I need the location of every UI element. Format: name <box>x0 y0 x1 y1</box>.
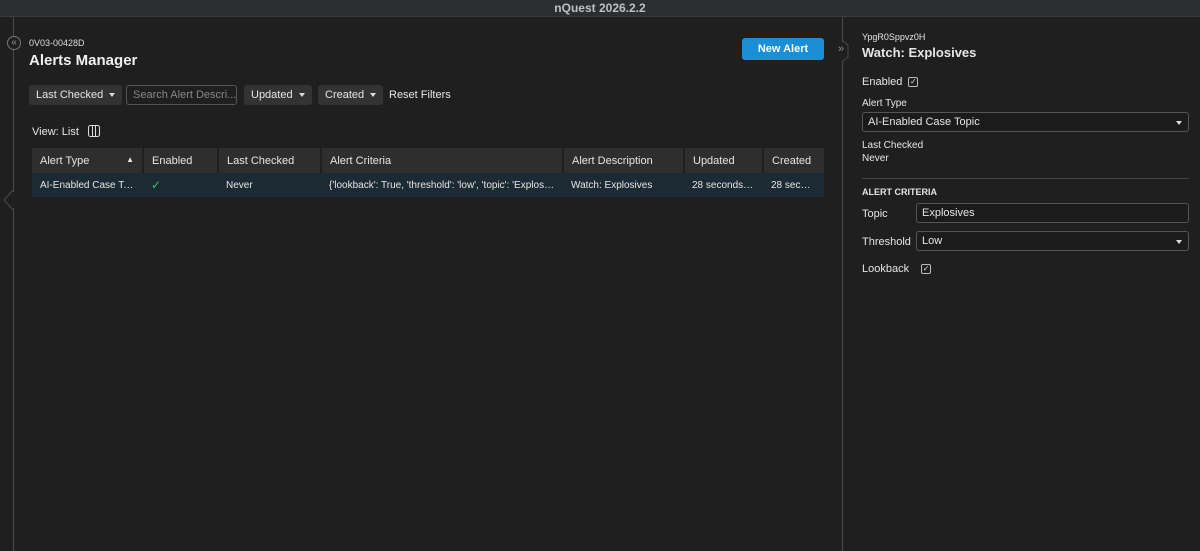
search-placeholder: Search Alert Descri... <box>133 89 237 101</box>
cell-last-checked: Never <box>218 173 321 197</box>
threshold-value: Low <box>922 235 943 247</box>
title-bar: nQuest 2026.2.2 <box>0 0 1200 17</box>
enabled-checkbox[interactable]: ✓ <box>908 77 919 88</box>
reset-filters-button[interactable]: Reset Filters <box>389 89 451 101</box>
right-rail-lower <box>842 61 843 551</box>
collapse-left-icon[interactable]: « <box>7 36 21 50</box>
col-last-checked[interactable]: Last Checked <box>218 148 322 173</box>
cell-alert-type: AI-Enabled Case Topic <box>32 173 143 197</box>
app-title: nQuest 2026.2.2 <box>554 1 646 15</box>
page-title: Alerts Manager <box>29 52 138 69</box>
new-alert-button[interactable]: New Alert <box>742 38 824 60</box>
updated-filter[interactable]: Updated <box>244 85 312 105</box>
lookback-checkbox[interactable]: ✓ <box>921 264 932 275</box>
left-rail-lower <box>13 208 14 551</box>
chevron-down-icon <box>109 93 116 98</box>
last-checked-filter[interactable]: Last Checked <box>29 85 123 105</box>
lookback-label: Lookback <box>862 263 910 275</box>
col-label: Alert Type <box>40 154 90 167</box>
collapse-right-icon[interactable]: » <box>838 43 844 55</box>
check-icon: ✓ <box>143 173 218 197</box>
alert-type-select[interactable]: AI-Enabled Case Topic <box>862 112 1189 132</box>
case-id: 0V03-00428D <box>29 38 85 48</box>
created-filter[interactable]: Created <box>318 85 384 105</box>
chevron-down-icon <box>1176 121 1182 125</box>
alert-id: YpgR0Sppvz0H <box>862 32 926 42</box>
columns-icon[interactable] <box>88 125 100 137</box>
topic-label: Topic <box>862 208 888 220</box>
alert-type-label: Alert Type <box>862 98 907 109</box>
alert-type-value: AI-Enabled Case Topic <box>868 116 980 128</box>
col-created[interactable]: Created <box>763 148 824 173</box>
chevron-down-icon <box>370 93 377 98</box>
sort-asc-icon: ▲ <box>126 154 134 164</box>
table-header-row: Alert Type ▲ Enabled Last Checked Alert C… <box>32 148 824 173</box>
view-label: View: List <box>32 126 79 138</box>
threshold-select[interactable]: Low <box>916 231 1189 251</box>
col-alert-criteria[interactable]: Alert Criteria <box>321 148 564 173</box>
chevron-down-icon <box>298 93 305 98</box>
table-row[interactable]: AI-Enabled Case Topic ✓ Never {'lookback… <box>32 173 824 197</box>
topic-value: Explosives <box>922 207 975 219</box>
enabled-field: Enabled ✓ <box>862 76 919 88</box>
enabled-label: Enabled <box>862 76 903 88</box>
right-rail <box>842 17 843 42</box>
chevron-down-icon <box>1176 240 1182 244</box>
alerts-table: Alert Type ▲ Enabled Last Checked Alert C… <box>32 148 824 197</box>
cell-description: Watch: Explosives <box>563 173 684 197</box>
col-enabled[interactable]: Enabled <box>143 148 219 173</box>
cell-created: 28 seconds <box>763 173 824 197</box>
cell-criteria: {'lookback': True, 'threshold': 'low', '… <box>321 173 563 197</box>
cell-updated: 28 seconds a... <box>684 173 763 197</box>
created-filter-label: Created <box>325 89 365 101</box>
last-checked-filter-label: Last Checked <box>36 89 104 101</box>
last-checked-label: Last Checked <box>862 140 924 151</box>
threshold-label: Threshold <box>862 236 911 248</box>
col-updated[interactable]: Updated <box>684 148 764 173</box>
alert-criteria-heading: ALERT CRITERIA <box>862 187 937 197</box>
col-alert-description[interactable]: Alert Description <box>563 148 685 173</box>
last-checked-value: Never <box>862 153 889 164</box>
updated-filter-label: Updated <box>251 89 293 101</box>
divider <box>862 178 1189 179</box>
detail-title: Watch: Explosives <box>862 45 977 60</box>
search-input[interactable]: Search Alert Descri... <box>126 85 237 105</box>
topic-input[interactable]: Explosives <box>916 203 1189 223</box>
lookback-field: Lookback ✓ <box>862 263 932 275</box>
col-alert-type[interactable]: Alert Type ▲ <box>32 148 144 173</box>
